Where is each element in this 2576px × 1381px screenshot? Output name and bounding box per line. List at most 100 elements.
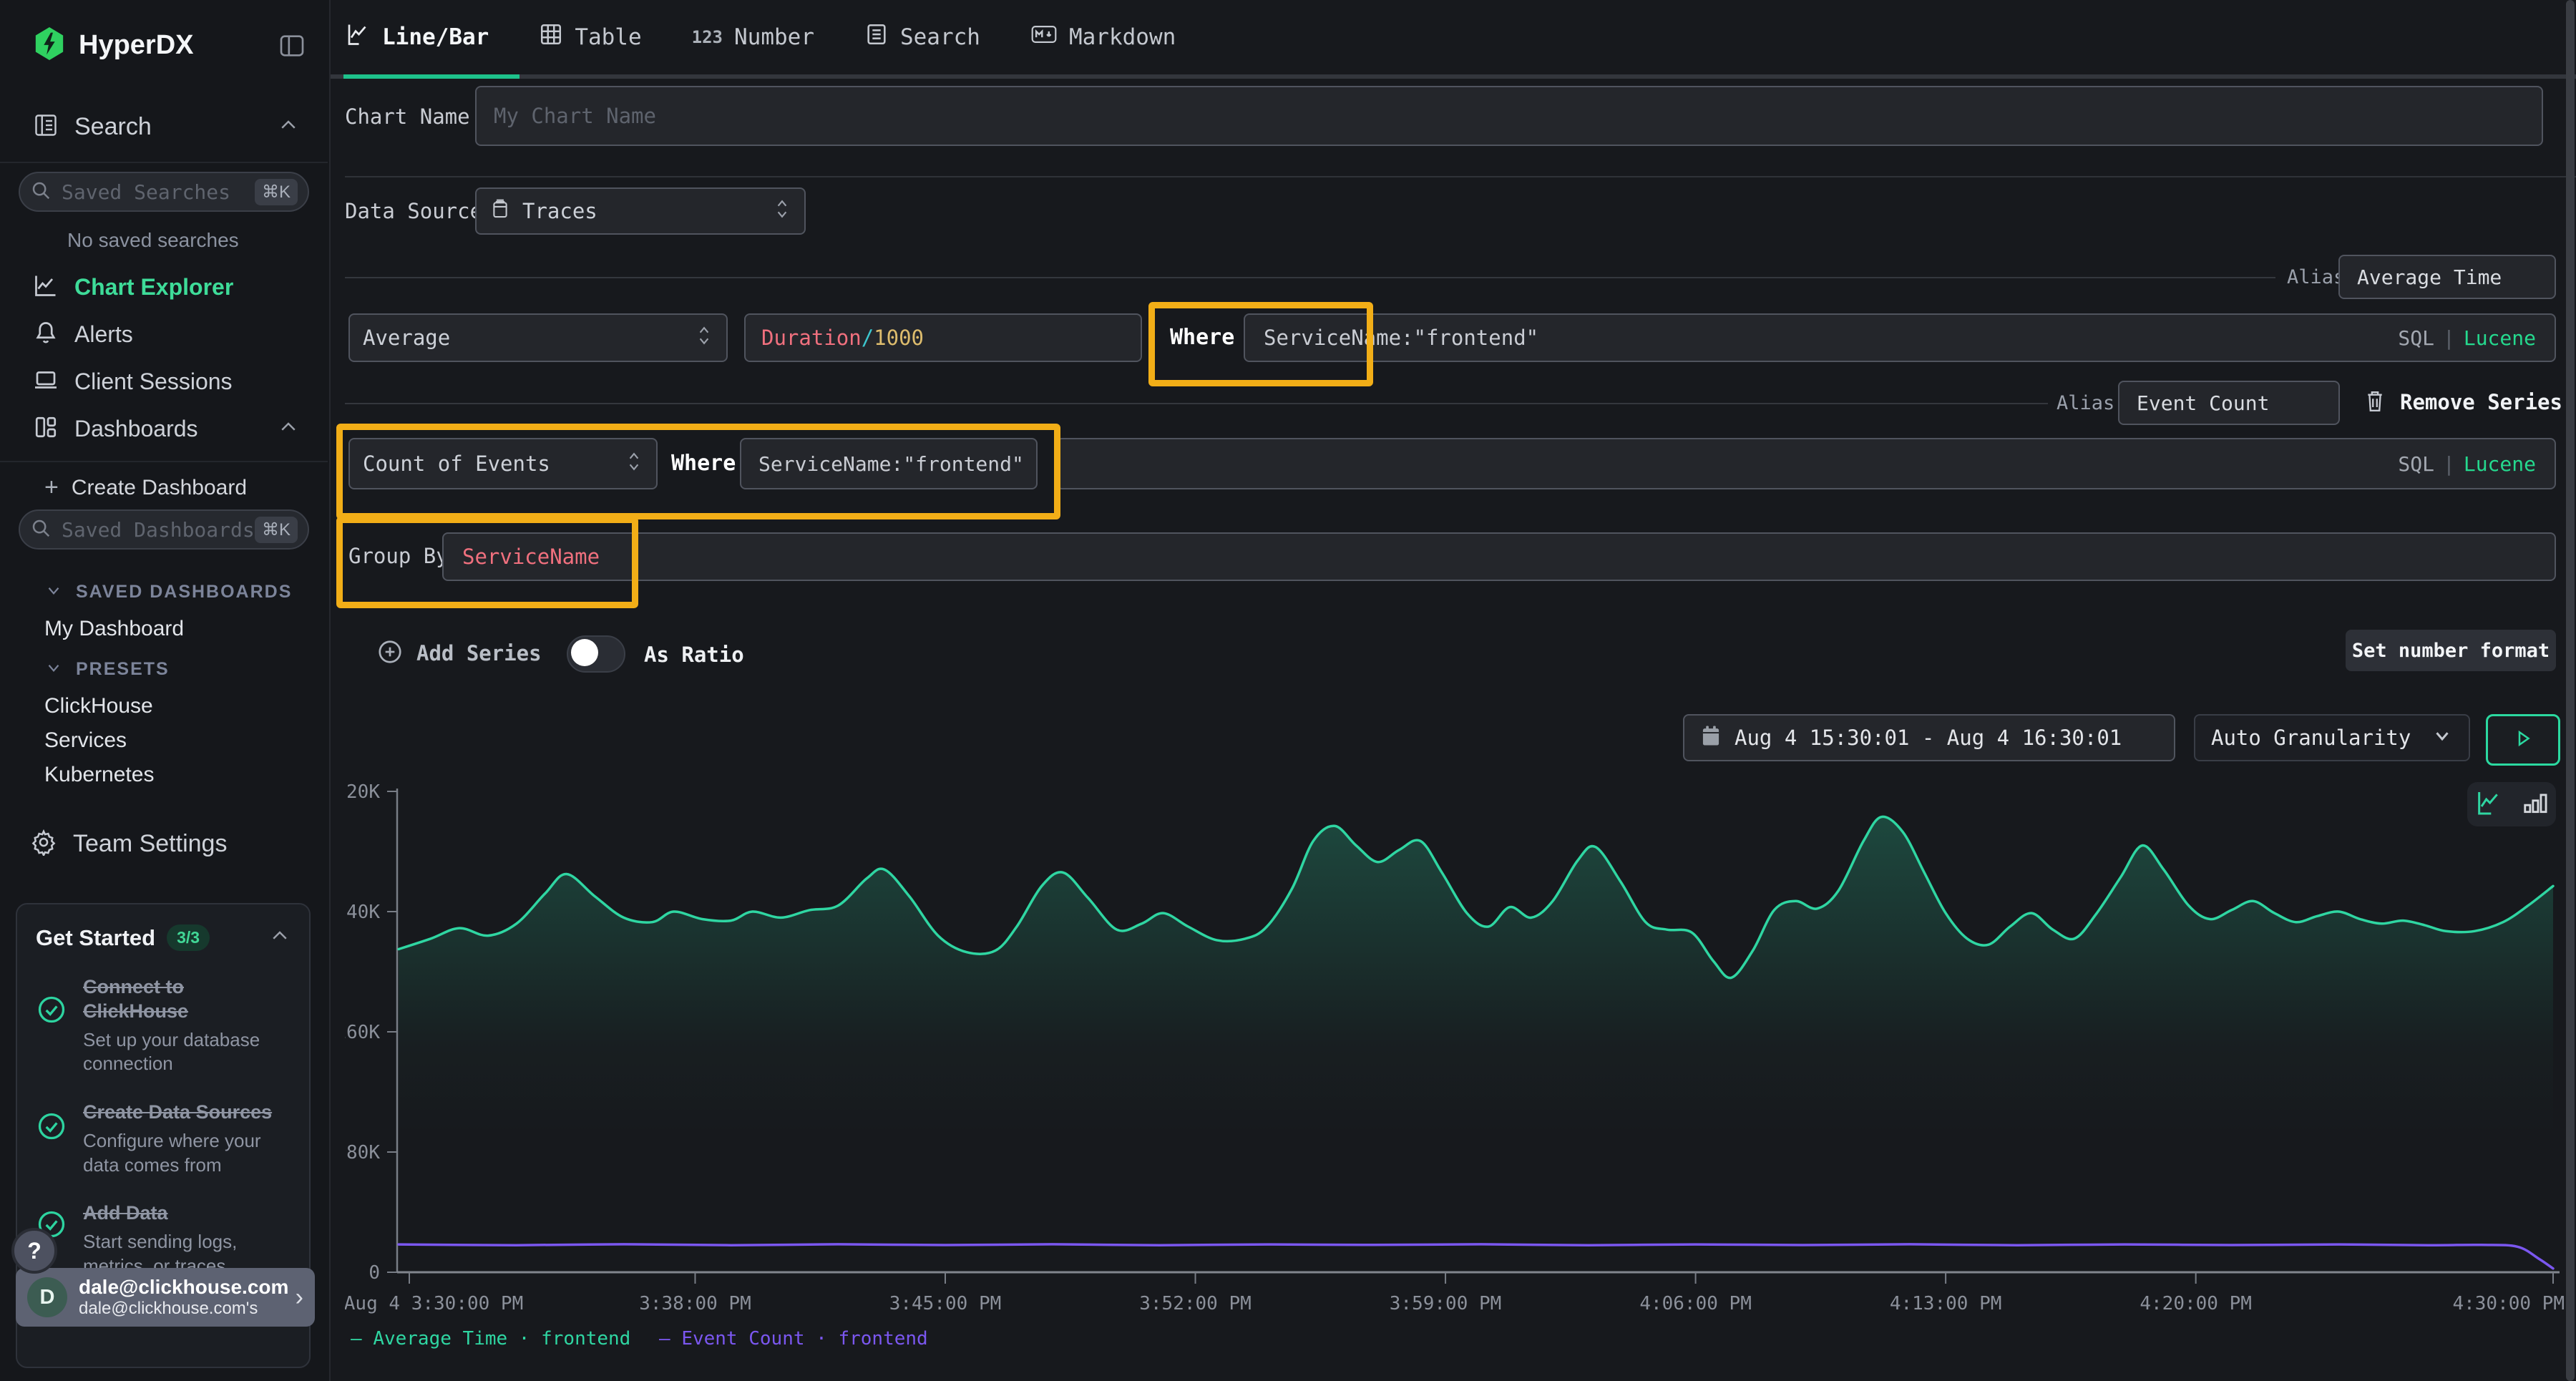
presets-group-header[interactable]: PRESETS <box>44 658 170 680</box>
chevron-up-icon <box>278 114 299 139</box>
divider <box>345 403 2048 404</box>
get-started-item[interactable]: Add Data Start sending logs, metrics, or… <box>36 1201 291 1278</box>
svg-text:4:30:00 PM: 4:30:00 PM <box>2452 1293 2565 1314</box>
tab-search[interactable]: Search <box>864 0 980 74</box>
lucene-option[interactable]: Lucene <box>2464 452 2536 476</box>
tab-line-bar[interactable]: Line/Bar <box>345 0 489 74</box>
toggle-knob <box>571 639 598 666</box>
sidebar-item-my-dashboard[interactable]: My Dashboard <box>44 617 184 641</box>
svg-text:Aug 4 3:30:00 PM: Aug 4 3:30:00 PM <box>345 1293 523 1314</box>
check-circle-icon <box>36 994 67 1076</box>
where-value: ServiceName:"frontend" <box>1264 326 1538 350</box>
dashboard-grid-icon <box>33 414 59 443</box>
saved-dashboards-group-header[interactable]: SAVED DASHBOARDS <box>44 581 292 603</box>
app-title: HyperDX <box>79 30 194 61</box>
sidebar-item-kubernetes[interactable]: Kubernetes <box>44 763 154 787</box>
tab-table[interactable]: Table <box>539 0 641 74</box>
series1-field-input[interactable]: Duration/1000 <box>744 313 1142 362</box>
get-started-item[interactable]: Connect to ClickHouse Set up your databa… <box>36 975 291 1076</box>
aggregation-value: Average <box>363 326 450 350</box>
sidebar-item-client-sessions[interactable]: Client Sessions <box>0 361 328 402</box>
series2-where-input[interactable]: ServiceName:"frontend" <box>740 438 1038 489</box>
sidebar-item-chart-explorer[interactable]: Chart Explorer <box>0 266 328 308</box>
svg-text:4:13:00 PM: 4:13:00 PM <box>1890 1293 2002 1314</box>
chevron-up-icon <box>278 416 299 441</box>
group-title: PRESETS <box>76 659 170 680</box>
line-chart-icon <box>345 21 371 53</box>
alias-label: Alias <box>2287 266 2345 288</box>
group-by-input[interactable]: ServiceName <box>442 532 2556 581</box>
hyperdx-logo-icon <box>33 26 66 64</box>
collapse-sidebar-icon[interactable] <box>278 31 306 63</box>
check-circle-icon <box>36 1111 67 1177</box>
sidebar-item-services[interactable]: Services <box>44 728 127 753</box>
logo[interactable]: HyperDX <box>33 26 194 64</box>
get-started-item-desc: Configure where your data comes from <box>83 1129 291 1178</box>
chevron-right-icon: › <box>296 1284 303 1312</box>
help-button[interactable]: ? <box>11 1228 57 1274</box>
add-series-button[interactable]: Add Series <box>376 638 542 668</box>
chevron-up-icon[interactable] <box>269 925 291 950</box>
search-icon <box>30 517 52 542</box>
create-dashboard-button[interactable]: + Create Dashboard <box>44 474 247 502</box>
shortcut-badge: ⌘K <box>255 517 298 543</box>
add-series-label: Add Series <box>416 641 542 665</box>
svg-text:3:45:00 PM: 3:45:00 PM <box>889 1293 1002 1314</box>
legend-item-event-count[interactable]: — Event Count · frontend <box>659 1328 928 1350</box>
as-ratio-toggle[interactable] <box>567 635 625 673</box>
series1-aggregation-select[interactable]: Average <box>348 313 728 362</box>
data-source-select[interactable]: Traces <box>475 187 806 235</box>
data-source-label: Data Source <box>345 199 482 223</box>
get-started-title: Get Started <box>36 925 155 951</box>
alias-label: Alias <box>2057 392 2114 414</box>
scrollbar[interactable] <box>2566 0 2575 1381</box>
tab-number[interactable]: 123 Number <box>692 0 814 74</box>
divider <box>0 461 328 462</box>
series1-alias-input[interactable] <box>2338 255 2556 299</box>
table-icon <box>539 22 563 52</box>
sidebar-item-alerts[interactable]: Alerts <box>0 313 328 355</box>
field-token-slash: / <box>862 326 874 350</box>
lucene-option[interactable]: Lucene <box>2464 326 2536 350</box>
timeseries-chart[interactable]: 320K240K160K80K0Aug 4 3:30:00 PM3:38:00 … <box>345 744 2570 1324</box>
tab-label: Search <box>900 24 980 50</box>
create-dashboard-label: Create Dashboard <box>72 476 247 500</box>
get-started-item-desc: Set up your database connection <box>83 1028 291 1077</box>
saved-searches-input[interactable]: Saved Searches ⌘K <box>19 172 309 212</box>
as-ratio-label: As Ratio <box>644 643 744 667</box>
sidebar-item-team-settings[interactable]: Team Settings <box>0 823 328 864</box>
user-menu[interactable]: D dale@clickhouse.com dale@clickhouse.co… <box>16 1268 315 1327</box>
series1-where-label: Where <box>1170 325 1234 350</box>
bar-chart-style-icon[interactable] <box>2522 789 2549 819</box>
query-language-switch[interactable]: SQL|Lucene <box>2398 326 2536 350</box>
markdown-icon <box>1030 22 1058 52</box>
divider <box>0 162 328 163</box>
saved-dashboards-input[interactable]: Saved Dashboards ⌘K <box>19 509 309 550</box>
tab-label: Number <box>734 24 814 50</box>
tab-label: Table <box>575 24 641 50</box>
query-language-switch[interactable]: SQL|Lucene <box>2398 452 2536 476</box>
remove-series-button[interactable]: Remove Series <box>2363 388 2562 416</box>
saved-dashboards-placeholder: Saved Dashboards <box>62 518 255 542</box>
chart-name-input[interactable] <box>475 86 2543 146</box>
divider <box>345 176 2576 177</box>
sql-option[interactable]: SQL <box>2398 326 2434 350</box>
sidebar-item-dashboards[interactable]: Dashboards <box>0 408 328 449</box>
sidebar-item-label: Dashboards <box>74 416 198 442</box>
series2-aggregation-select[interactable]: Count of Events <box>348 438 658 489</box>
get-started-item[interactable]: Create Data Sources Configure where your… <box>36 1101 291 1177</box>
series1-where-input[interactable]: ServiceName:"frontend" SQL|Lucene <box>1244 313 2556 362</box>
get-started-item-title: Create Data Sources <box>83 1101 298 1125</box>
series2-alias-input[interactable] <box>2118 381 2340 425</box>
sidebar-section-search[interactable]: Search <box>0 106 328 147</box>
legend-item-average-time[interactable]: — Average Time · frontend <box>351 1328 630 1350</box>
set-number-format-button[interactable]: Set number format <box>2346 630 2556 671</box>
tab-markdown[interactable]: Markdown <box>1030 0 1176 74</box>
sql-option[interactable]: SQL <box>2398 452 2434 476</box>
sidebar-item-clickhouse[interactable]: ClickHouse <box>44 694 153 718</box>
line-chart-style-icon[interactable] <box>2474 789 2503 820</box>
data-source-value: Traces <box>522 199 597 223</box>
no-saved-searches-text: No saved searches <box>67 229 239 252</box>
shortcut-badge: ⌘K <box>255 179 298 205</box>
series2-where-extended-input[interactable]: SQL|Lucene <box>1056 438 2556 489</box>
